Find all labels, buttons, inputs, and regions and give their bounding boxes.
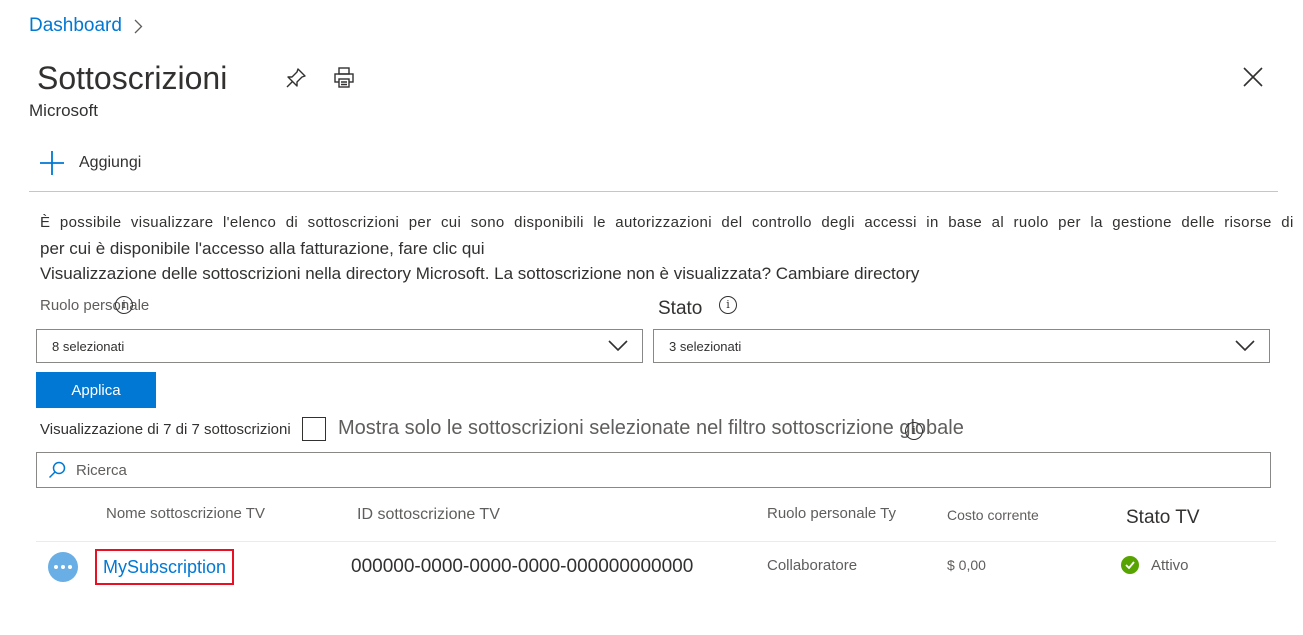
search-box[interactable] <box>36 452 1271 488</box>
chevron-right-icon <box>134 19 143 34</box>
toolbar-divider <box>29 191 1278 192</box>
state-filter-dropdown[interactable]: 3 selezionati <box>653 329 1270 363</box>
subscription-id: 000000-0000-0000-0000-000000000000 <box>351 556 694 577</box>
subscription-status: Attivo <box>1121 556 1189 574</box>
billing-access-link[interactable]: per cui è disponibile l'accesso alla fat… <box>40 239 485 259</box>
subscription-name-link[interactable]: MySubscription <box>95 549 235 585</box>
search-input[interactable] <box>76 461 1226 479</box>
role-filter-dropdown[interactable]: 8 selezionati <box>36 329 643 363</box>
show-selected-only-toggle[interactable] <box>302 417 326 441</box>
subscription-cost: $ 0,00 <box>947 557 986 573</box>
column-header-cost: Costo corrente <box>947 507 1039 523</box>
info-icon[interactable]: i <box>905 422 923 440</box>
apply-button[interactable]: Applica <box>36 372 156 408</box>
column-header-name[interactable]: Nome sottoscrizione TV <box>106 505 265 522</box>
state-filter-value: 3 selezionati <box>669 338 742 354</box>
info-text-rbac: È possibile visualizzare l'elenco di sot… <box>40 214 1294 231</box>
close-icon[interactable] <box>1242 66 1264 88</box>
subscription-role: Collaboratore <box>767 557 858 574</box>
breadcrumb: Dashboard <box>29 15 143 37</box>
table-header-divider <box>36 541 1276 542</box>
info-icon[interactable]: i <box>115 296 133 314</box>
search-icon <box>48 461 66 479</box>
show-selected-only-label: Mostra solo le sottoscrizioni selezionat… <box>338 417 964 439</box>
column-header-state[interactable]: Stato TV <box>1126 507 1200 529</box>
add-button-label: Aggiungi <box>79 154 142 171</box>
status-label: Attivo <box>1151 556 1189 574</box>
subscription-count-text: Visualizzazione di 7 di 7 sottoscrizioni <box>40 421 291 438</box>
pin-icon[interactable] <box>284 66 308 90</box>
breadcrumb-dashboard-link[interactable]: Dashboard <box>29 15 122 37</box>
state-filter-label: Stato <box>658 298 703 319</box>
chevron-down-icon <box>1235 339 1255 354</box>
chevron-down-icon <box>608 339 628 354</box>
print-icon[interactable] <box>332 66 356 90</box>
more-options-icon[interactable] <box>48 552 78 582</box>
column-header-id[interactable]: ID sottoscrizione TV <box>357 506 500 524</box>
plus-icon <box>39 150 65 176</box>
role-filter-value: 8 selezionati <box>52 338 125 354</box>
add-button[interactable]: Aggiungi <box>39 150 141 176</box>
checkmark-icon <box>1121 556 1139 574</box>
info-icon[interactable]: i <box>719 296 737 314</box>
directory-info-text: Visualizzazione delle sottoscrizioni nel… <box>40 264 920 283</box>
page-subtitle: Microsoft <box>29 101 98 120</box>
page-title: Sottoscrizioni <box>37 60 228 96</box>
column-header-role[interactable]: Ruolo personale Ty <box>767 505 896 522</box>
